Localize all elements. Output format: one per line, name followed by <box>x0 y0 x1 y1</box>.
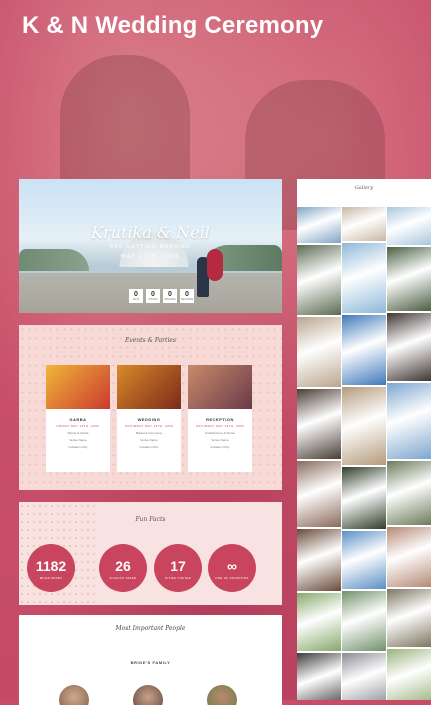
fact-miles: 1182 MILES APART <box>27 544 75 592</box>
event-name: GARBA <box>69 417 87 422</box>
event-venue: Venue Name <box>211 438 229 442</box>
gallery-section: Gallery <box>297 179 431 700</box>
gallery-photo[interactable] <box>387 527 431 587</box>
gallery-photo[interactable] <box>387 649 431 700</box>
countdown-minutes: 0 MINUTES <box>163 289 177 303</box>
gallery-photo[interactable] <box>342 653 386 700</box>
gallery-photo[interactable] <box>297 207 341 243</box>
gallery-photo[interactable] <box>387 207 431 245</box>
couple-names: Krutika & Neil <box>91 223 210 242</box>
countdown-hours: 0 HOURS <box>146 289 160 303</box>
event-date: SATURDAY MAY 16TH, 2020 <box>124 424 174 428</box>
gallery-photo[interactable] <box>342 387 386 465</box>
gallery-photo[interactable] <box>297 317 341 387</box>
event-detail: Cocktail Hour & Dinner <box>204 431 236 435</box>
trees-left <box>19 249 89 271</box>
event-date: SATURDAY MAY 16TH, 2020 <box>195 424 245 428</box>
event-image <box>46 365 110 409</box>
event-image <box>117 365 181 409</box>
event-image <box>188 365 252 409</box>
event-card-wedding[interactable]: WEDDING SATURDAY MAY 16TH, 2020 Baraat &… <box>117 365 181 472</box>
family-avatar[interactable] <box>59 685 89 705</box>
gallery-photo[interactable] <box>342 207 386 241</box>
gallery-photo[interactable] <box>342 591 386 651</box>
family-avatar[interactable] <box>207 685 237 705</box>
event-venue: Venue Name <box>69 438 87 442</box>
gallery-photo[interactable] <box>297 593 341 651</box>
gallery-photo[interactable] <box>342 315 386 385</box>
gallery-photo[interactable] <box>387 313 431 381</box>
page-title: K & N Wedding Ceremony <box>22 12 324 39</box>
gallery-photo[interactable] <box>387 461 431 525</box>
event-name: RECEPTION <box>206 417 234 422</box>
fun-facts-section: Fun Facts 1182 MILES APART 26 FLIGHTS TAKE… <box>19 502 282 605</box>
event-note: Invitation Only <box>210 445 230 449</box>
hero-subtitle: ARE GETTING MARRIED <box>109 244 192 250</box>
events-heading: Events & Parties <box>124 337 176 344</box>
brides-family-label: BRIDE'S FAMILY <box>130 660 171 665</box>
countdown: 0 DAYS 0 HOURS 0 MINUTES 0 SECONDS <box>129 289 194 303</box>
fact-cities: 17 CITIES VISITED <box>154 544 202 592</box>
gallery-photo[interactable] <box>297 653 341 700</box>
countdown-seconds: 0 SECONDS <box>180 289 194 303</box>
event-note: Invitation Only <box>68 445 88 449</box>
people-heading: Most Important People <box>115 625 186 632</box>
facts-heading: Fun Facts <box>135 516 166 523</box>
family-avatar[interactable] <box>133 685 163 705</box>
gallery-photo[interactable] <box>342 467 386 529</box>
gallery-photo[interactable] <box>297 461 341 527</box>
event-detail: Baraat & Ceremony <box>135 431 163 435</box>
event-card-reception[interactable]: RECEPTION SATURDAY MAY 16TH, 2020 Cockta… <box>188 365 252 472</box>
event-name: WEDDING <box>137 417 161 422</box>
fact-favorites: ∞ ONE OF FAVORITES <box>208 544 256 592</box>
gallery-photo[interactable] <box>297 389 341 459</box>
hero-date: MAY 17TH, 2020 <box>121 254 180 260</box>
gallery-photo[interactable] <box>297 245 341 315</box>
gallery-photo[interactable] <box>342 243 386 313</box>
events-section: Events & Parties GARBA FRIDAY MAY 15TH, … <box>19 325 282 490</box>
countdown-days: 0 DAYS <box>129 289 143 303</box>
gallery-heading: Gallery <box>354 185 374 191</box>
event-venue: Venue Name <box>140 438 158 442</box>
event-detail: Dinner & Garba <box>67 431 89 435</box>
event-note: Invitation Only <box>139 445 159 449</box>
gallery-photo[interactable] <box>342 531 386 589</box>
event-date: FRIDAY MAY 15TH, 2020 <box>56 424 100 428</box>
event-card-garba[interactable]: GARBA FRIDAY MAY 15TH, 2020 Dinner & Gar… <box>46 365 110 472</box>
gallery-photo[interactable] <box>387 383 431 459</box>
gallery-photo[interactable] <box>387 247 431 311</box>
fact-flights: 26 FLIGHTS TAKEN <box>99 544 147 592</box>
important-people-section: Most Important People BRIDE'S FAMILY <box>19 615 282 705</box>
gallery-photo[interactable] <box>387 589 431 647</box>
gallery-photo[interactable] <box>297 529 341 591</box>
hero-section: Krutika & Neil ARE GETTING MARRIED MAY 1… <box>19 179 282 313</box>
